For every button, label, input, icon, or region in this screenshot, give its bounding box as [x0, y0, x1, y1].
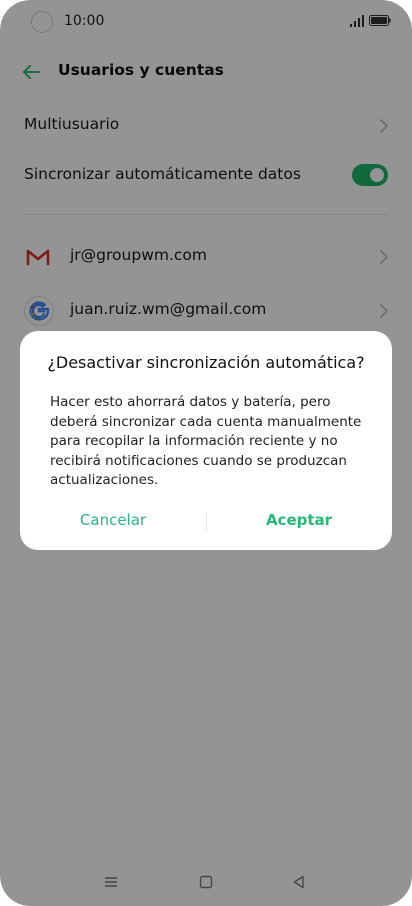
accept-button[interactable]: Aceptar	[206, 511, 392, 529]
dialog-title: ¿Desactivar sincronización automática?	[47, 353, 365, 372]
dialog-message: Hacer esto ahorrará datos y batería, per…	[50, 394, 362, 488]
dialog-actions: Cancelar Aceptar	[20, 507, 392, 537]
phone-screen: 10:00 Usuarios y cuentas Multiusuario Si…	[0, 0, 412, 906]
disable-sync-dialog: ¿Desactivar sincronización automática? H…	[20, 331, 392, 550]
cancel-button[interactable]: Cancelar	[20, 511, 206, 529]
